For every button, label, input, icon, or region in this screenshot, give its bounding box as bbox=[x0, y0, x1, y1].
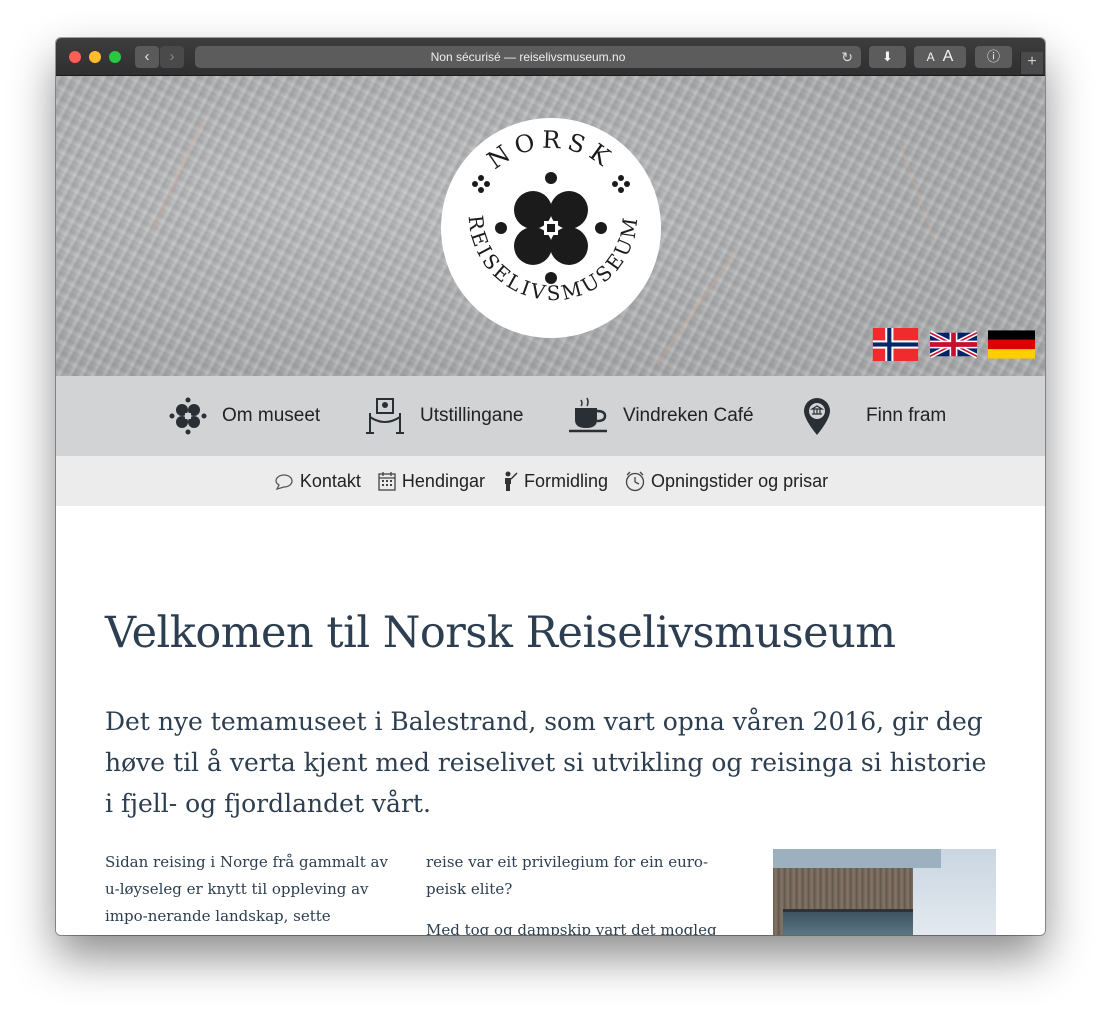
address-bar[interactable]: Non sécurisé — reiselivsmuseum.no ↻ bbox=[195, 46, 861, 68]
coffee-cup-icon bbox=[569, 397, 607, 433]
smaller-text-button[interactable]: A bbox=[927, 50, 935, 64]
nav-item-label: Om museet bbox=[222, 405, 321, 426]
forward-button[interactable]: › bbox=[160, 46, 184, 68]
page-title: Velkomen til Norsk Reiselivsmuseum bbox=[105, 608, 896, 658]
clover-icon bbox=[169, 397, 207, 435]
nav-item-label: Utstillingane bbox=[420, 405, 524, 426]
map-pin-icon bbox=[804, 398, 830, 435]
body-column-2: reise var eit privilegium for ein euro-p… bbox=[426, 849, 726, 935]
reload-icon[interactable]: ↻ bbox=[841, 46, 853, 68]
browser-toolbar: ‹ › Non sécurisé — reiselivsmuseum.no ↻ … bbox=[56, 38, 1045, 76]
nav-item-label: Vindreken Café bbox=[623, 405, 754, 426]
photo-roof bbox=[773, 849, 941, 868]
subnav-item-kontakt[interactable]: Kontakt bbox=[273, 471, 361, 492]
language-flags bbox=[872, 328, 1035, 361]
subnav-item-label: Opningstider og prisar bbox=[651, 470, 829, 491]
subnav-item-label: Kontakt bbox=[299, 470, 361, 491]
norway-flag[interactable] bbox=[872, 328, 919, 361]
nav-item-utstillingane[interactable]: Utstillingane bbox=[364, 376, 524, 456]
subnav-item-formidling[interactable]: Formidling bbox=[501, 470, 608, 492]
guide-icon bbox=[504, 471, 518, 491]
nav-item-om-museet[interactable]: Om museet bbox=[168, 376, 320, 456]
body-paragraph: Med tog og dampskip vart det mogleg å re… bbox=[426, 921, 717, 935]
museum-logo[interactable]: NORSK REISELIVSMUSEUM bbox=[441, 118, 661, 338]
photo-glass bbox=[783, 909, 913, 935]
new-tab-button[interactable]: + bbox=[1020, 52, 1043, 74]
main-navigation: Om museet Utstillingane Vindreken Café F… bbox=[56, 376, 1045, 456]
clock-icon bbox=[625, 471, 645, 492]
minimize-window-button[interactable] bbox=[89, 51, 101, 63]
nav-item-label: Finn fram bbox=[866, 405, 947, 426]
subnav-item-label: Formidling bbox=[523, 470, 609, 491]
uk-flag[interactable] bbox=[930, 328, 977, 361]
subnav-item-hendingar[interactable]: Hendingar bbox=[377, 470, 485, 492]
body-paragraph: reise var eit privilegium for ein euro-p… bbox=[426, 853, 709, 898]
download-icon: ⬇ bbox=[882, 49, 893, 64]
body-column-1: Sidan reising i Norge frå gammalt av u-l… bbox=[105, 853, 388, 935]
marble-vein bbox=[897, 138, 937, 244]
back-button[interactable]: ‹ bbox=[135, 46, 159, 68]
museum-building-photo bbox=[773, 849, 996, 935]
larger-text-button[interactable]: A bbox=[943, 48, 954, 65]
marble-vein bbox=[150, 120, 205, 232]
exhibit-icon bbox=[366, 398, 404, 434]
browser-window: ‹ › Non sécurisé — reiselivsmuseum.no ↻ … bbox=[56, 38, 1045, 935]
info-icon: ⓘ bbox=[986, 49, 1000, 64]
subnav-item-opningstider[interactable]: Opningstider og prisar bbox=[624, 470, 828, 492]
nav-item-vindreken-cafe[interactable]: Vindreken Café bbox=[567, 376, 754, 456]
calendar-icon bbox=[378, 472, 396, 491]
marble-vein bbox=[656, 247, 739, 365]
chat-icon bbox=[275, 474, 293, 490]
subnav-item-label: Hendingar bbox=[401, 470, 485, 491]
close-window-button[interactable] bbox=[69, 51, 81, 63]
main-content: Velkomen til Norsk Reiselivsmuseum Det n… bbox=[56, 506, 1045, 935]
zoom-window-button[interactable] bbox=[109, 51, 121, 63]
germany-flag[interactable] bbox=[988, 328, 1035, 361]
secondary-navigation: Kontakt Hendingar Formidling Opningstide… bbox=[56, 456, 1045, 506]
text-size-buttons[interactable]: AA bbox=[914, 46, 966, 68]
hero-banner: NORSK REISELIVSMUSEUM bbox=[56, 76, 1045, 376]
nav-item-finn-fram[interactable]: Finn fram bbox=[800, 376, 946, 456]
lead-paragraph: Det nye temamuseet i Balestrand, som var… bbox=[105, 707, 987, 818]
address-text: Non sécurisé — reiselivsmuseum.no bbox=[430, 50, 626, 64]
info-button[interactable]: ⓘ bbox=[975, 46, 1012, 68]
downloads-button[interactable]: ⬇ bbox=[869, 46, 906, 68]
